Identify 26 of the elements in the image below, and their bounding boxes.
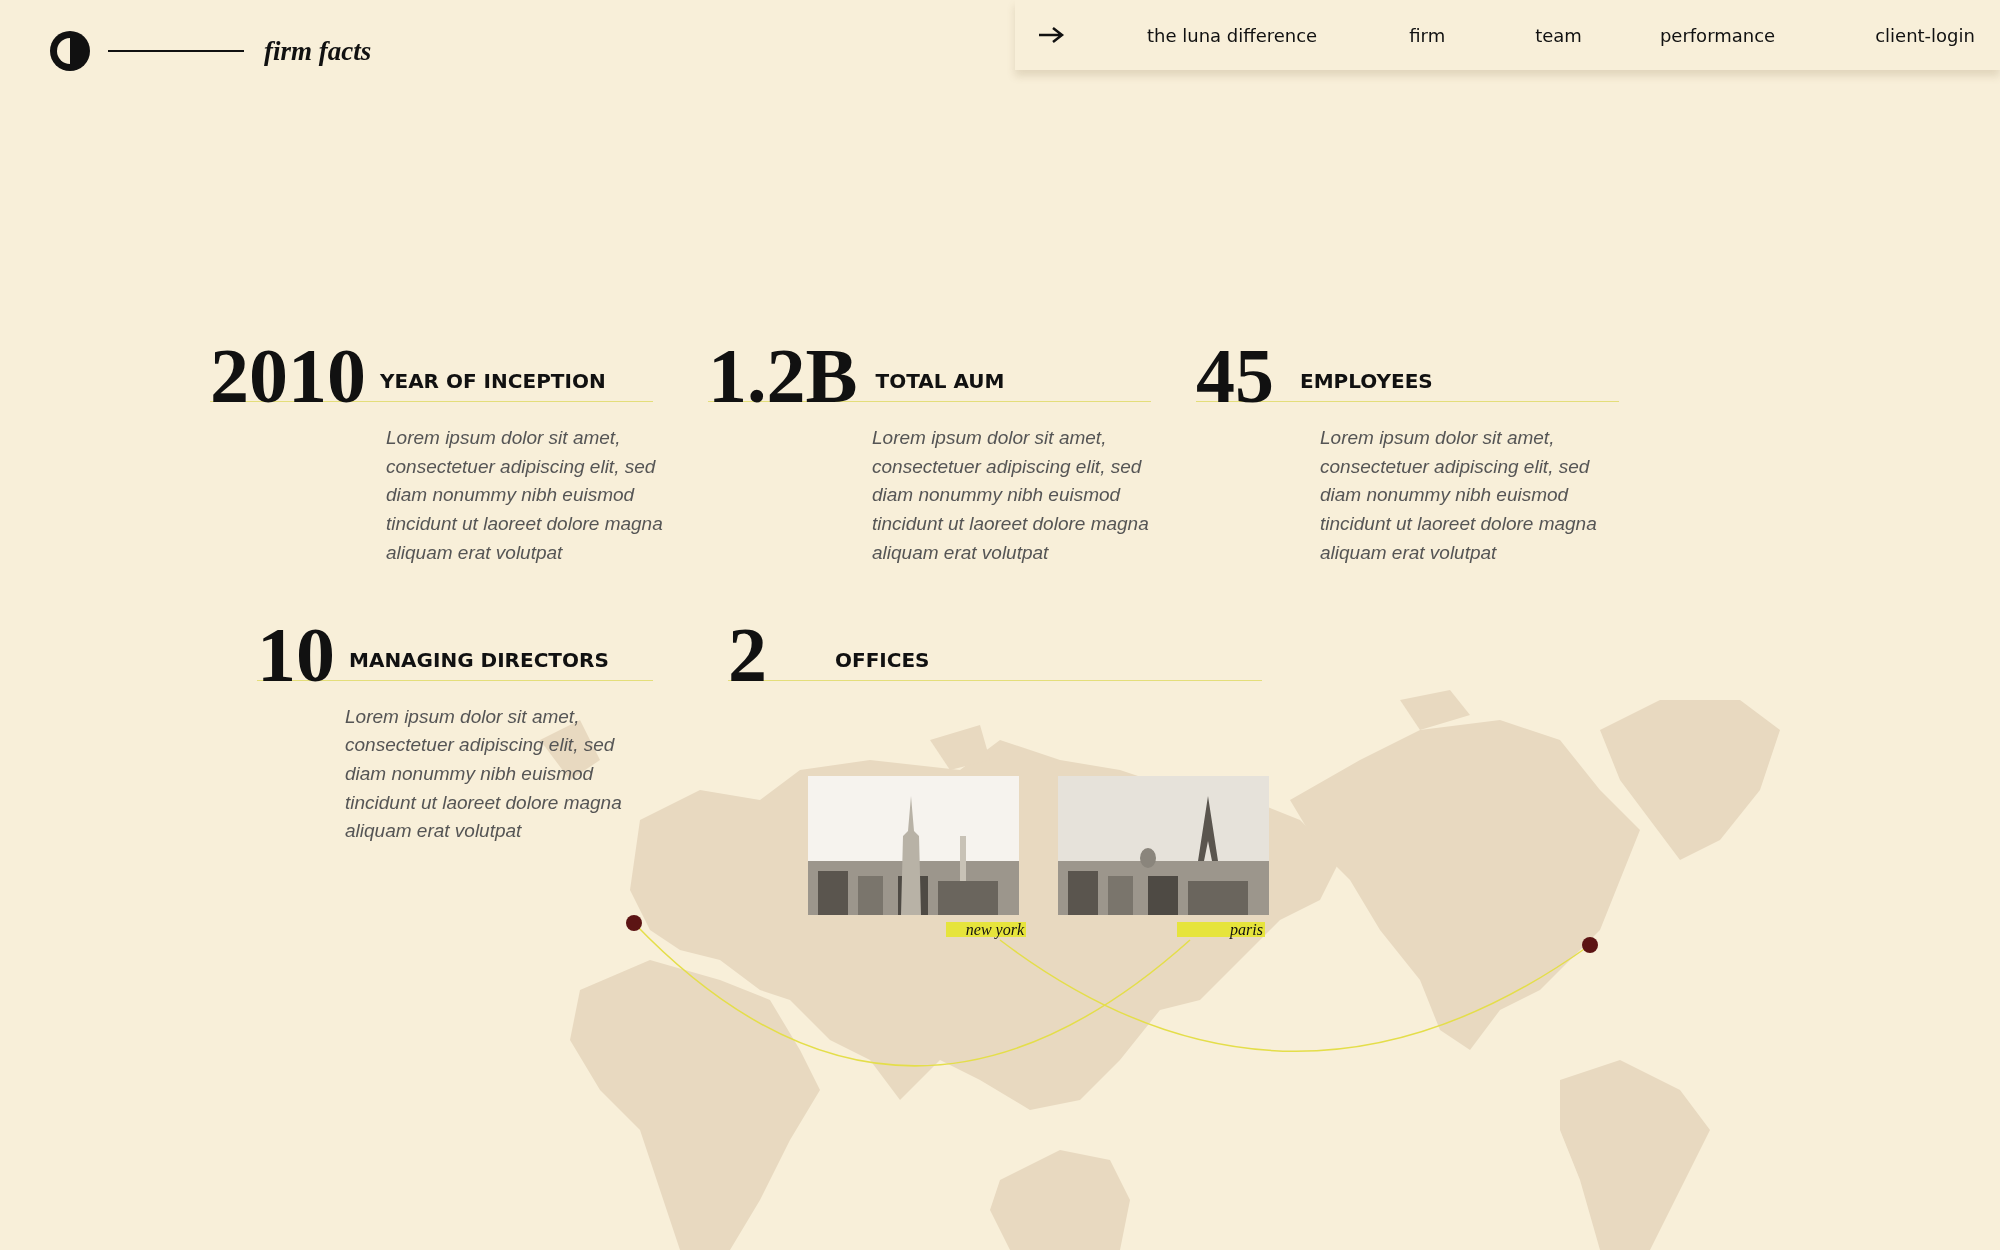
nav-link[interactable]: the luna difference [1147, 24, 1318, 46]
office-label: paris [1177, 922, 1265, 937]
stat-number: 1.2B [708, 341, 858, 411]
stat-heading: MANAGING DIRECTORS [349, 647, 609, 672]
arrow-icon[interactable] [1037, 26, 1065, 44]
stat-heading: EMPLOYEES [1300, 369, 1433, 393]
stat-number: 2010 [210, 341, 366, 411]
nav-link[interactable]: firm [1409, 24, 1446, 46]
location-pin [1582, 937, 1598, 953]
stat-description: Lorem ipsum dolor sit amet, consectetuer adipiscing elit, sed diam nonummy nibh euismod tincidunt ut laoreet dolore magna aliquam erat volutpat [345, 704, 623, 844]
office-label: new york [946, 922, 1026, 937]
stat-number: 45 [1196, 341, 1274, 411]
page-title: firm facts [264, 35, 372, 67]
stat-description: Lorem ipsum dolor sit amet, consectetuer adipiscing elit, sed diam nonummy nibh euismod tincidunt ut laoreet dolore magna aliquam erat volutpat [386, 426, 664, 565]
nav-link[interactable]: performance [1659, 24, 1776, 46]
stat-heading: YEAR OF INCEPTION [380, 369, 606, 393]
nav-link[interactable]: client-login [1875, 24, 1975, 46]
logo-icon [48, 29, 92, 73]
location-pin [626, 915, 642, 931]
stat-heading: OFFICES [835, 647, 930, 672]
stat-number: 2 [728, 619, 767, 690]
nav-link[interactable]: team [1535, 24, 1582, 46]
stat-description: Lorem ipsum dolor sit amet, consectetuer adipiscing elit, sed diam nonummy nibh euismod tincidunt ut laoreet dolore magna aliquam erat volutpat [1320, 426, 1598, 565]
stat-heading: TOTAL AUM [875, 369, 1005, 393]
stat-number: 10 [257, 619, 335, 690]
stat-description: Lorem ipsum dolor sit amet, consectetuer adipiscing elit, sed diam nonummy nibh euismod tincidunt ut laoreet dolore magna aliquam erat volutpat [872, 426, 1150, 565]
